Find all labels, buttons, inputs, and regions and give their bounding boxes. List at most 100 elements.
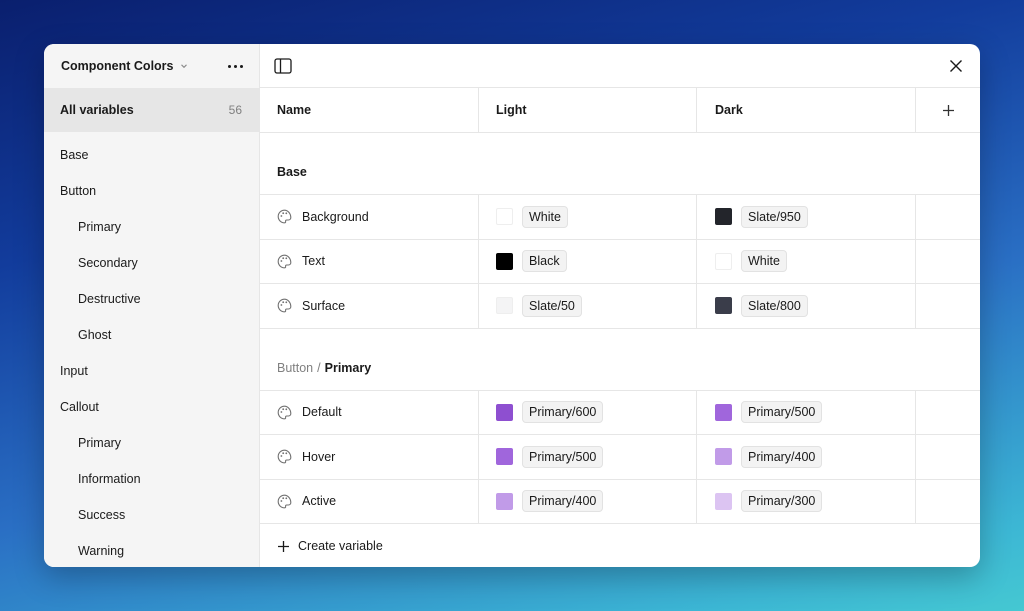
group-header: Base <box>260 133 980 195</box>
create-variable-button[interactable]: Create variable <box>260 524 980 567</box>
variable-name-cell[interactable]: Surface <box>260 284 479 328</box>
color-swatch[interactable] <box>715 252 732 270</box>
table-row[interactable]: Default Primary/600 Primary/500 <box>260 390 980 435</box>
more-options-button[interactable] <box>224 61 247 72</box>
value-alias-chip[interactable]: Primary/600 <box>522 401 604 424</box>
empty-cell <box>916 480 980 524</box>
collection-selector[interactable]: Component Colors <box>61 59 188 73</box>
table-row[interactable]: Surface Slate/50 Slate/800 <box>260 284 980 329</box>
color-swatch[interactable] <box>496 492 513 510</box>
sidebar-item-ghost[interactable]: Ghost <box>44 317 259 353</box>
value-alias-chip[interactable]: Primary/400 <box>522 490 604 513</box>
sidebar-item-input[interactable]: Input <box>44 353 259 389</box>
breadcrumb-separator: / <box>317 360 321 375</box>
group-title: Primary <box>324 360 372 375</box>
value-cell-dark[interactable]: Primary/300 <box>697 479 916 523</box>
sidebar-item-primary[interactable]: Primary <box>44 209 259 245</box>
value-cell-light[interactable]: Primary/600 <box>479 390 697 434</box>
value-cell-light[interactable]: White <box>479 195 697 239</box>
sidebar-header: Component Colors <box>44 44 259 88</box>
value-alias-chip[interactable]: Slate/950 <box>741 205 808 228</box>
variable-name: Default <box>302 405 342 420</box>
all-variables-label: All variables <box>60 103 134 117</box>
value-alias-chip[interactable]: Primary/500 <box>741 401 823 424</box>
add-mode-button[interactable] <box>916 88 980 132</box>
sidebar-item-base[interactable]: Base <box>44 137 259 173</box>
value-cell-light[interactable]: Primary/500 <box>479 435 697 479</box>
palette-icon <box>277 494 292 509</box>
variable-name-cell[interactable]: Text <box>260 239 479 283</box>
sidebar-item-information[interactable]: Information <box>44 461 259 497</box>
toolbar <box>260 44 980 88</box>
variable-name: Background <box>302 209 369 224</box>
variable-name: Text <box>302 254 325 269</box>
palette-icon <box>277 209 292 224</box>
sidebar-item-primary[interactable]: Primary <box>44 425 259 461</box>
group-header: Button / Primary <box>260 329 980 391</box>
column-header-light[interactable]: Light <box>479 88 697 132</box>
value-alias-chip[interactable]: Primary/500 <box>522 445 604 468</box>
close-button[interactable] <box>946 56 966 76</box>
sidebar-item-callout[interactable]: Callout <box>44 389 259 425</box>
value-cell-dark[interactable]: Slate/800 <box>697 284 916 328</box>
variables-window: Component Colors All variables 56 Base Bu… <box>44 44 980 567</box>
color-swatch[interactable] <box>496 448 513 466</box>
color-swatch[interactable] <box>715 403 732 421</box>
palette-icon <box>277 298 292 313</box>
all-variables-count: 56 <box>228 103 242 117</box>
value-alias-chip[interactable]: Black <box>522 250 567 273</box>
value-alias-chip[interactable]: Primary/300 <box>741 490 823 513</box>
color-swatch[interactable] <box>715 297 732 315</box>
variables-table-panel: Name Light Dark Base Background White Slate… <box>260 44 980 567</box>
group-crumb: Button <box>277 360 314 375</box>
value-cell-dark[interactable]: White <box>697 239 916 283</box>
sidebar-item-button[interactable]: Button <box>44 173 259 209</box>
empty-cell <box>916 195 980 239</box>
value-cell-light[interactable]: Slate/50 <box>479 284 697 328</box>
variable-name-cell[interactable]: Hover <box>260 435 479 479</box>
value-alias-chip[interactable]: White <box>522 205 568 228</box>
variable-name-cell[interactable]: Background <box>260 195 479 239</box>
color-swatch[interactable] <box>496 403 513 421</box>
color-swatch[interactable] <box>715 448 732 466</box>
value-cell-dark[interactable]: Slate/950 <box>697 195 916 239</box>
sidebar-item-success[interactable]: Success <box>44 497 259 533</box>
column-header-dark[interactable]: Dark <box>697 88 916 132</box>
table-header: Name Light Dark <box>260 88 980 133</box>
group-list: Base Button Primary Secondary Destructive Gho… <box>44 132 259 567</box>
value-alias-chip[interactable]: Slate/800 <box>741 294 808 317</box>
table-row[interactable]: Active Primary/400 Primary/300 <box>260 479 980 524</box>
sidebar-item-warning[interactable]: Warning <box>44 533 259 567</box>
color-swatch[interactable] <box>715 492 732 510</box>
variable-name-cell[interactable]: Active <box>260 479 479 523</box>
variable-name: Active <box>302 494 337 509</box>
table-row[interactable]: Hover Primary/500 Primary/400 <box>260 435 980 480</box>
value-alias-chip[interactable]: Primary/400 <box>741 445 823 468</box>
color-swatch[interactable] <box>496 297 513 315</box>
sidebar-item-destructive[interactable]: Destructive <box>44 281 259 317</box>
empty-cell <box>916 240 980 284</box>
color-swatch[interactable] <box>496 252 513 270</box>
close-icon <box>950 59 962 72</box>
sidebar-panel-icon <box>274 57 292 74</box>
sidebar-item-all-variables[interactable]: All variables 56 <box>44 88 259 132</box>
value-cell-light[interactable]: Black <box>479 239 697 283</box>
table-body: Base Background White Slate/950 Text Black Whi… <box>260 133 980 524</box>
table-row[interactable]: Text Black White <box>260 239 980 284</box>
color-swatch[interactable] <box>715 208 732 226</box>
color-swatch[interactable] <box>496 208 513 226</box>
value-alias-chip[interactable]: Slate/50 <box>522 294 582 317</box>
value-alias-chip[interactable]: White <box>741 250 787 273</box>
collection-title: Component Colors <box>61 59 174 73</box>
plus-icon <box>278 540 289 552</box>
sidebar-item-secondary[interactable]: Secondary <box>44 245 259 281</box>
empty-cell <box>916 435 980 479</box>
value-cell-dark[interactable]: Primary/400 <box>697 435 916 479</box>
plus-icon <box>942 104 954 116</box>
value-cell-dark[interactable]: Primary/500 <box>697 390 916 434</box>
value-cell-light[interactable]: Primary/400 <box>479 479 697 523</box>
column-header-name: Name <box>260 88 479 132</box>
variable-name-cell[interactable]: Default <box>260 390 479 434</box>
toggle-sidebar-button[interactable] <box>273 56 293 76</box>
table-row[interactable]: Background White Slate/950 <box>260 195 980 240</box>
